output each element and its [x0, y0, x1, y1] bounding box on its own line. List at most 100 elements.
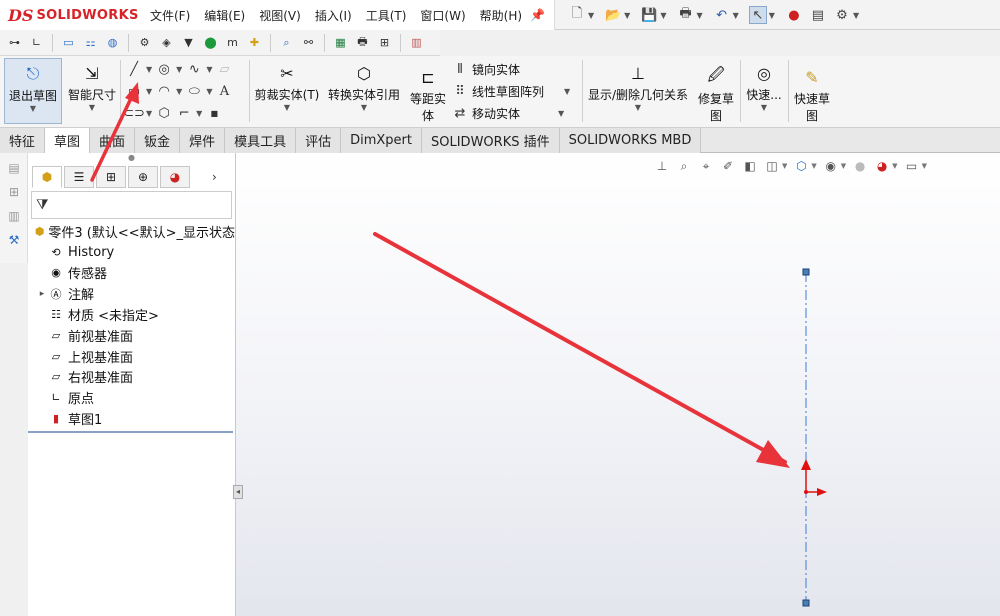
menu-window[interactable]: 窗口(W)	[420, 7, 465, 24]
menu-file[interactable]: 文件(F)	[150, 7, 190, 24]
tree-item-sketch1[interactable]: ▮ 草图1	[28, 408, 235, 429]
chevron-down-icon[interactable]: ▼	[922, 162, 927, 170]
monitor-icon[interactable]: ▭	[60, 34, 77, 51]
quick-snaps-button[interactable]: ◎ 快速... ▼	[742, 62, 786, 113]
exit-sketch-button[interactable]: ⎋ 退出草图 ▼	[4, 58, 62, 124]
chevron-down-icon[interactable]: ▼	[564, 87, 570, 96]
tools-icon[interactable]: ⚒	[5, 231, 23, 249]
pin-icon[interactable]: 📌	[530, 8, 545, 22]
tree-item-history[interactable]: ⟲ History	[28, 242, 235, 263]
expand-arrow-icon[interactable]: ▸	[36, 289, 48, 299]
configuration-tab-icon[interactable]: ⊞	[96, 166, 126, 188]
chevron-down-icon[interactable]: ▼	[696, 11, 702, 20]
chevron-down-icon[interactable]: ▼	[660, 11, 666, 20]
chevron-down-icon[interactable]: ▼	[892, 162, 897, 170]
traffic-light-icon[interactable]: ●	[785, 6, 803, 24]
ellipse-icon[interactable]: ⬭	[186, 83, 202, 99]
tree-item-front-plane[interactable]: ▱ 前视基准面	[28, 325, 235, 346]
tab-evaluate[interactable]: 评估	[296, 128, 342, 153]
display-settings-icon[interactable]: ▭	[904, 158, 920, 174]
add-icon[interactable]: ⊞	[376, 34, 393, 51]
tree-icon[interactable]: ⚏	[82, 34, 99, 51]
chevron-down-icon[interactable]: ▼	[146, 109, 152, 118]
scene-icon[interactable]: ◕	[874, 158, 890, 174]
repair-sketch-button[interactable]: 🖉 修复草 图	[694, 65, 738, 124]
chevron-down-icon[interactable]: ▼	[361, 103, 367, 112]
tree-item-origin[interactable]: ∟ 原点	[28, 387, 235, 408]
save-icon[interactable]: 💾	[640, 6, 658, 24]
panel-splitter[interactable]: ◂	[233, 485, 243, 499]
graph-icon[interactable]: ⅿ	[224, 34, 241, 51]
dimxpert-tab-icon[interactable]: ⊕	[128, 166, 158, 188]
document-icon[interactable]: ▤	[5, 159, 23, 177]
select-icon[interactable]: ↖	[748, 6, 767, 24]
chevron-down-icon[interactable]: ▼	[733, 11, 739, 20]
tab-mbd[interactable]: SOLIDWORKS MBD	[559, 128, 702, 153]
zoom-area-icon[interactable]: ⌖	[698, 158, 714, 174]
tab-features[interactable]: 特征	[0, 128, 46, 153]
slot-icon[interactable]: ⊂⊃	[123, 105, 145, 121]
offset-entities-button[interactable]: ⊏ 等距实 体	[406, 66, 450, 124]
chevron-down-icon[interactable]: ▼	[196, 109, 202, 118]
properties-icon[interactable]: ▥	[5, 207, 23, 225]
chevron-down-icon[interactable]: ▼	[176, 87, 182, 96]
chevron-down-icon[interactable]: ▼	[146, 65, 152, 74]
view-selector-icon[interactable]: ◫	[764, 158, 780, 174]
tab-mold-tools[interactable]: 模具工具	[225, 128, 297, 153]
hide-show-icon[interactable]: ◉	[823, 158, 839, 174]
tree-item-part[interactable]: ⬢ 零件3 (默认<<默认>_显示状态	[28, 221, 235, 242]
tab-weldments[interactable]: 焊件	[180, 128, 226, 153]
move-entities-button[interactable]: ⇄ 移动实体 ▼	[452, 105, 565, 122]
plane-icon[interactable]: ▱	[216, 61, 232, 77]
linear-pattern-button[interactable]: ⠿ 线性草图阵列 ▼	[452, 83, 570, 100]
menu-view[interactable]: 视图(V)	[259, 7, 301, 24]
panel-grip[interactable]: ●	[28, 153, 235, 165]
chevron-down-icon[interactable]: ▼	[811, 162, 816, 170]
shadow-icon[interactable]: ▼	[180, 34, 197, 51]
undo-icon[interactable]: ↶	[713, 6, 731, 24]
tab-addins[interactable]: SOLIDWORKS 插件	[422, 128, 560, 153]
chevron-down-icon[interactable]: ▼	[206, 65, 212, 74]
smart-dimension-icon[interactable]: ⊶	[6, 34, 23, 51]
spline-icon[interactable]: ∿	[186, 61, 202, 77]
chevron-down-icon[interactable]: ▼	[176, 65, 182, 74]
gear-icon[interactable]: ⚙	[136, 34, 153, 51]
chevron-down-icon[interactable]: ▼	[782, 162, 787, 170]
menu-edit[interactable]: 编辑(E)	[204, 7, 245, 24]
tab-surfaces[interactable]: 曲面	[90, 128, 136, 153]
menu-insert[interactable]: 插入(I)	[315, 7, 352, 24]
polygon-icon[interactable]: ⬡	[156, 105, 172, 121]
tree-item-right-plane[interactable]: ▱ 右视基准面	[28, 367, 235, 388]
new-document-icon[interactable]: 🗋	[568, 6, 586, 24]
view-orientation-icon[interactable]: ⊥	[654, 158, 670, 174]
binoculars-icon[interactable]: ⚯	[300, 34, 317, 51]
menu-help[interactable]: 帮助(H)	[480, 7, 522, 24]
tree-item-material[interactable]: ☷ 材质 <未指定>	[28, 304, 235, 325]
display-style-icon[interactable]: ⬡	[793, 158, 809, 174]
chevron-down-icon[interactable]: ▼	[624, 11, 630, 20]
appearance-icon[interactable]: ●	[852, 158, 868, 174]
options-icon[interactable]: ▤	[809, 6, 827, 24]
smart-dimension-button[interactable]: ⇲ 智能尺寸 ▼	[66, 62, 118, 113]
text-icon[interactable]: A	[216, 83, 232, 99]
chevron-down-icon[interactable]: ▼	[146, 87, 152, 96]
document-icon[interactable]: ▥	[408, 34, 425, 51]
chevron-down-icon[interactable]: ▼	[284, 103, 290, 112]
chevron-right-icon[interactable]: ›	[212, 170, 217, 184]
line-icon[interactable]: ╱	[126, 61, 142, 77]
chevron-down-icon[interactable]: ▼	[558, 109, 564, 118]
library-icon[interactable]: ⊞	[5, 183, 23, 201]
globe-icon[interactable]: ◍	[104, 34, 121, 51]
trim-entities-button[interactable]: ✂ 剪裁实体(T) ▼	[253, 62, 321, 113]
chevron-down-icon[interactable]: ▼	[89, 103, 95, 112]
chevron-down-icon[interactable]: ▼	[588, 11, 594, 20]
point-icon[interactable]: ■	[206, 105, 222, 121]
chevron-down-icon[interactable]: ▼	[206, 87, 212, 96]
zoom-icon[interactable]: ⌕	[278, 34, 295, 51]
tab-sketch[interactable]: 草图	[45, 128, 91, 153]
fillet-icon[interactable]: ⌐	[176, 105, 192, 121]
plus-icon[interactable]: ✚	[246, 34, 263, 51]
chevron-down-icon[interactable]: ▼	[853, 11, 859, 20]
property-manager-tab-icon[interactable]: ☰	[64, 166, 94, 188]
mirror-entities-button[interactable]: ⫴ 镜向实体	[452, 61, 520, 78]
